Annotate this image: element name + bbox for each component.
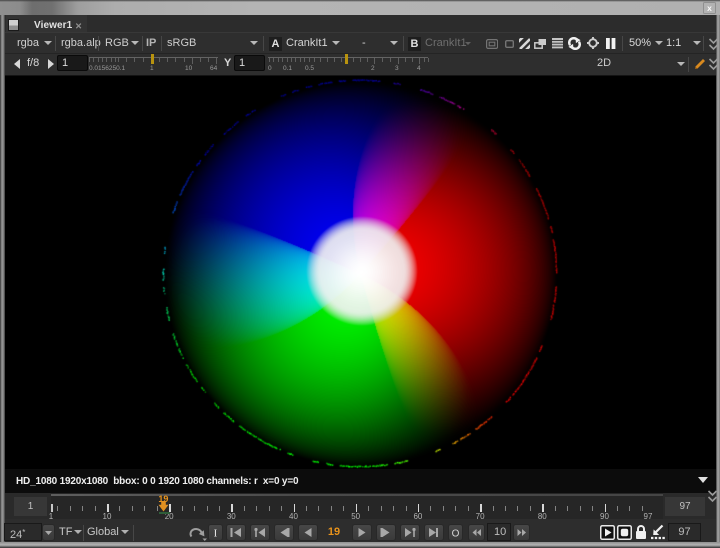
svg-text:I: I [214, 528, 218, 540]
svg-text:O: O [452, 529, 460, 540]
